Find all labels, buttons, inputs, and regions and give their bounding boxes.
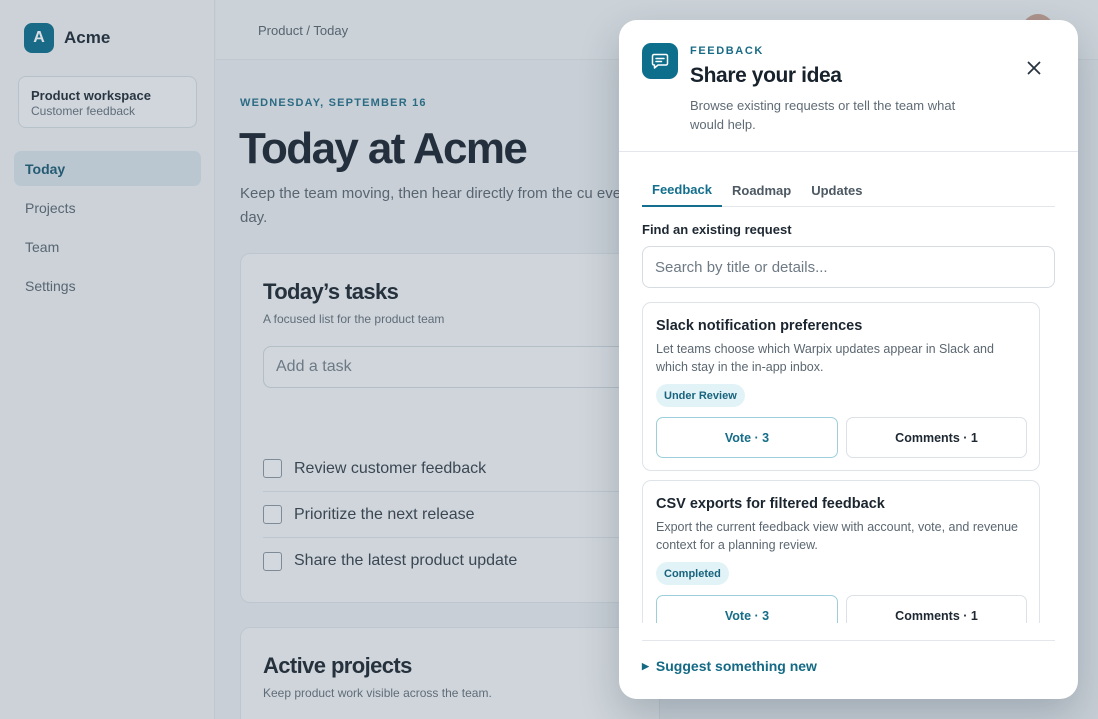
search-input[interactable]: Search by title or details... bbox=[642, 246, 1055, 288]
modal-header: FEEDBACK Share your idea Browse existing… bbox=[619, 20, 1078, 152]
modal-title: Share your idea bbox=[690, 64, 842, 87]
request-title: Slack notification preferences bbox=[656, 318, 863, 334]
close-icon bbox=[1027, 61, 1041, 75]
modal-eyebrow: FEEDBACK bbox=[690, 45, 764, 57]
request-title: CSV exports for filtered feedback bbox=[656, 496, 885, 512]
request-card: Slack notification preferences Let teams… bbox=[642, 302, 1040, 471]
vote-button[interactable]: Vote · 3 bbox=[656, 417, 838, 458]
suggest-toggle[interactable]: ▶ Suggest something new bbox=[642, 658, 817, 674]
status-badge: Completed bbox=[656, 562, 729, 585]
tab-roadmap[interactable]: Roadmap bbox=[722, 173, 801, 207]
request-card: CSV exports for filtered feedback Export… bbox=[642, 480, 1040, 623]
find-request-label: Find an existing request bbox=[642, 222, 792, 237]
suggest-label: Suggest something new bbox=[655, 658, 817, 674]
tab-feedback[interactable]: Feedback bbox=[642, 173, 722, 207]
vote-button[interactable]: Vote · 3 bbox=[656, 595, 838, 623]
feedback-modal: FEEDBACK Share your idea Browse existing… bbox=[619, 20, 1078, 699]
modal-description: Browse existing requests or tell the tea… bbox=[690, 98, 956, 132]
triangle-right-icon: ▶ bbox=[642, 660, 649, 671]
close-button[interactable] bbox=[1020, 54, 1048, 82]
request-description: Let teams choose which Warpix updates ap… bbox=[656, 342, 994, 374]
status-badge: Under Review bbox=[656, 384, 745, 407]
request-list[interactable]: Slack notification preferences Let teams… bbox=[642, 302, 1055, 623]
request-description: Export the current feedback view with ac… bbox=[656, 520, 1019, 552]
modal-tabs: Feedback Roadmap Updates bbox=[642, 173, 1055, 207]
chat-icon bbox=[642, 43, 678, 79]
comments-button[interactable]: Comments · 1 bbox=[846, 417, 1027, 458]
comments-button[interactable]: Comments · 1 bbox=[846, 595, 1027, 623]
tab-updates[interactable]: Updates bbox=[801, 173, 872, 207]
modal-footer: ▶ Suggest something new bbox=[642, 640, 1055, 699]
